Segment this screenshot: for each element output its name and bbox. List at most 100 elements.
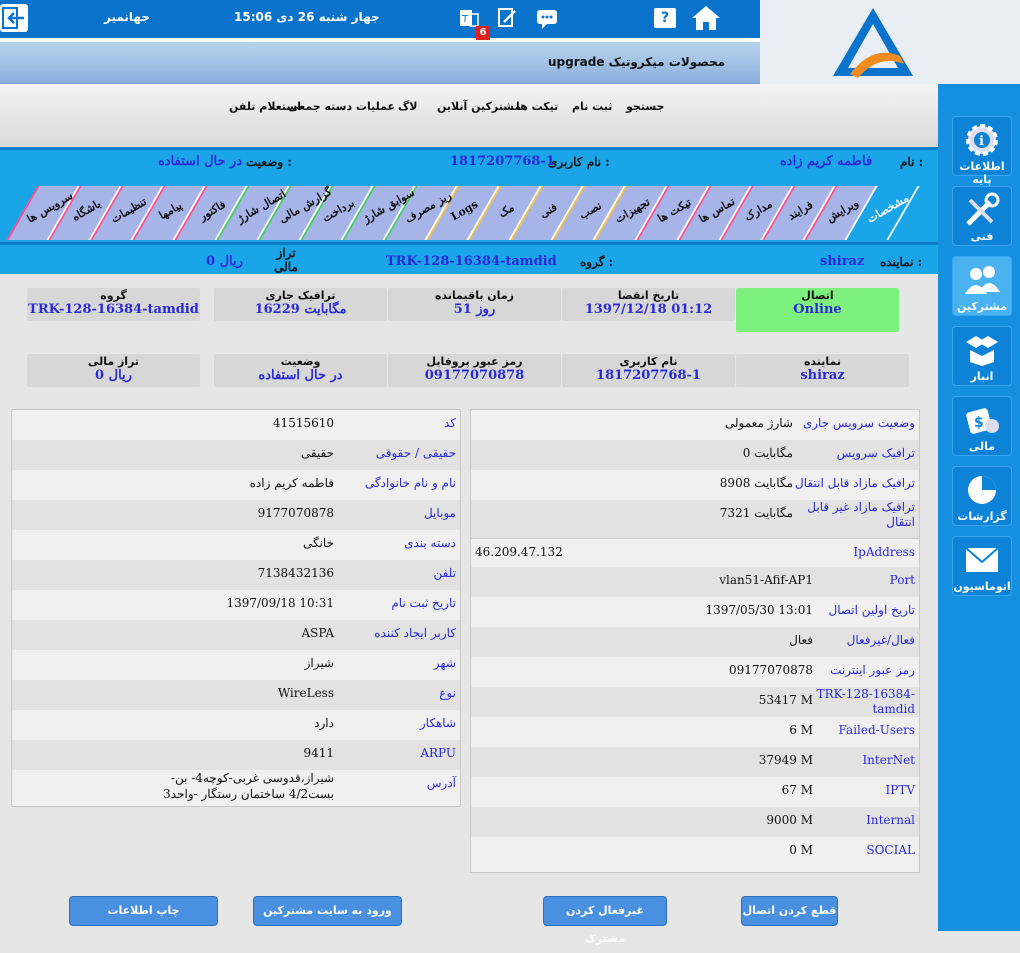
table-row: دسته بندی خانگی (12, 530, 460, 560)
table-row: فعال/غیرفعال فعال (471, 627, 919, 657)
sidebar-top (948, 0, 1020, 84)
boxes-icon (966, 336, 998, 366)
table-row: تلفن 7138432136 (12, 560, 460, 590)
card-label: وضعیت (280, 355, 321, 368)
table-row: InterNet 37949 M (471, 747, 919, 777)
card-value: 1397/12/18 01:12 (584, 302, 713, 317)
help-icon[interactable]: ? (654, 8, 676, 28)
table-row: وضعیت سرویس جاری شارژ معمولی (471, 410, 919, 440)
card-label: گروه (100, 289, 127, 302)
row-value: vlan51-Afif-AP1 (719, 573, 813, 587)
table-row: ترافیک سرویس 0 مگابایت (471, 440, 919, 470)
subscriber-site-login-button[interactable]: ورود به سایت مشترکین (253, 896, 402, 926)
sidebar-item-finance[interactable]: $ مالی (952, 396, 1012, 456)
card-label: تراز مالی (87, 355, 140, 368)
card-value: در حال استفاده (258, 368, 343, 383)
info-gear-icon: i (966, 124, 998, 156)
sidebar-item-subscribers[interactable]: مشترکین (952, 256, 1012, 316)
row-value: 8908 مگابایت (719, 476, 793, 490)
row-value: 7138432136 (257, 566, 334, 580)
chat-icon[interactable] (536, 8, 558, 34)
card-value: 51 روز (453, 302, 496, 317)
sidebar-item-label: اتوماسیون (953, 580, 1011, 593)
table-row: ARPU 9411 (12, 740, 460, 770)
svg-text:T: T (461, 14, 469, 25)
menu-item-register[interactable]: ثبت نام (572, 100, 612, 113)
username-value: 1817207768-1 (450, 154, 555, 169)
tab-label: پیامها (156, 198, 185, 223)
sidebar-item-technical[interactable]: فنی (952, 186, 1012, 246)
row-value: شارژ معمولی (724, 416, 793, 430)
row-value: 37949 M (758, 753, 813, 767)
money-icon: $ (966, 408, 999, 434)
menu-item-phone-inquiry[interactable]: استعلام تلفن (229, 100, 301, 113)
table-row: نوع WireLess (12, 680, 460, 710)
row-key: ترافیک سرویس (836, 446, 915, 460)
row-value: فاطمه کریم زاده (249, 476, 334, 490)
row-key: Failed-Users (838, 723, 915, 737)
row-key: فعال/غیرفعال (846, 633, 915, 647)
table-row: تاریخ اولین اتصال 1397/05/30 13:01 (471, 597, 919, 627)
tab-label: تیکت ها (655, 195, 694, 226)
home-icon[interactable] (690, 4, 722, 36)
table-row: رمز عبور اینترنت 09177070878 (471, 657, 919, 687)
row-key: نام و نام خانوادگی (364, 476, 456, 490)
tab-label: فرایند (785, 198, 816, 223)
edit-document-icon[interactable] (496, 6, 518, 34)
balance-card: تراز مالی 0 ریال (27, 354, 200, 387)
sidebar-item-reports[interactable]: گزارشات (952, 466, 1012, 526)
logout-icon[interactable] (0, 4, 28, 32)
table-row: شهر شیراز (12, 650, 460, 680)
notification-badge[interactable]: 6 (476, 26, 490, 40)
row-value: 53417 M (758, 693, 813, 707)
row-key: آدرس (426, 776, 456, 790)
menu-item-batch-operations[interactable]: عملیات دسته جمعی (288, 100, 395, 113)
row-value: 0 مگابایت (742, 446, 793, 460)
agent-label: نماینده : (880, 255, 923, 269)
row-key: موبایل (423, 506, 456, 520)
tab-label: مک (496, 200, 517, 221)
tab-label: سوابق شارژ (360, 185, 417, 226)
row-value: خانگی (302, 536, 334, 550)
card-label: ترافیک جاری (265, 289, 336, 302)
row-value: -شیراز،قدوسی غربی-کوچه4- بن بست4/2 ساختم… (163, 771, 334, 801)
menu-item-search[interactable]: جستجو (626, 100, 664, 113)
row-key: ترافیک مازاد غیر قابل انتقال (807, 500, 915, 529)
row-key: حقیقی / حقوقی (375, 446, 456, 460)
deactivate-subscriber-button[interactable]: غیرفعال کردن مشترک (543, 896, 667, 945)
card-value: TRK-128-16384-tamdid (28, 302, 199, 317)
sidebar-item-label: اطلاعات پایه (959, 160, 1005, 186)
sidebar-item-warehouse[interactable]: انبار (952, 326, 1012, 386)
sidebar-item-base-info[interactable]: i اطلاعات پایه (952, 116, 1012, 186)
sidebar-item-label: گزارشات (957, 510, 1007, 523)
current-traffic-card: ترافیک جاری 16229 مگابایت (214, 288, 387, 321)
pie-chart-icon (968, 476, 996, 504)
menu-item-tickets[interactable]: تیکت ها (516, 100, 558, 113)
card-value: shiraz (800, 368, 845, 383)
tab-label: ویرایش (824, 196, 861, 225)
row-value: 9177070878 (257, 506, 334, 520)
row-value: 0 M (789, 843, 813, 857)
card-value: 1817207768-1 (596, 368, 701, 383)
row-value: فعال (789, 633, 813, 647)
card-label: زمان باقیمانده (435, 289, 514, 302)
row-value: ASPA (301, 626, 334, 640)
tab-label: مدارک (742, 197, 775, 224)
balance-value: 0 ریال (206, 254, 243, 269)
row-key: نوع (439, 686, 456, 700)
disconnect-button[interactable]: قطع کردن اتصال (741, 896, 838, 926)
row-key: Internal (866, 813, 915, 827)
card-value: 16229 مگابایت (254, 302, 347, 317)
table-row: IpAddress 46.209.47.132 (471, 539, 919, 567)
row-key: کاربر ایجاد کننده (374, 626, 456, 640)
table-row: موبایل 9177070878 (12, 500, 460, 530)
print-info-button[interactable]: چاپ اطلاعات (69, 896, 218, 926)
sidebar-item-automation[interactable]: اتوماسیون (952, 536, 1012, 596)
row-key: Port (889, 573, 915, 587)
svg-text:i: i (979, 134, 984, 149)
menu-item-log[interactable]: لاگ (398, 100, 417, 113)
sidebar-item-label: مالی (968, 440, 996, 453)
menu-item-online-subscribers[interactable]: مشترکین آنلاین (437, 100, 521, 113)
table-row: Internal 9000 M (471, 807, 919, 837)
table-row: ترافیک مازاد غیر قابل انتقال 7321 مگابایت (471, 500, 919, 538)
